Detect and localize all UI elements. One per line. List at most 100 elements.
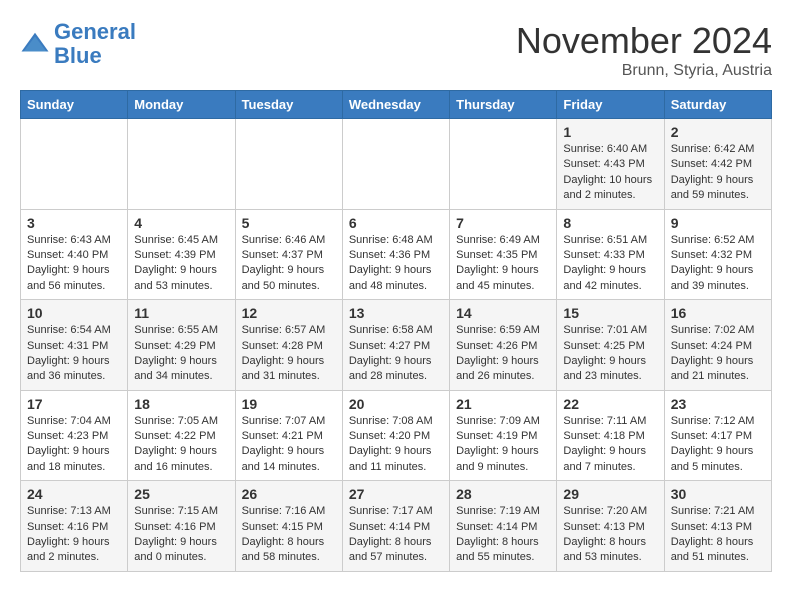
day-detail: Sunrise: 6:54 AM Sunset: 4:31 PM Dayligh… xyxy=(27,323,121,385)
day-detail: Sunrise: 6:46 AM Sunset: 4:37 PM Dayligh… xyxy=(242,233,336,295)
day-header-thursday: Thursday xyxy=(450,91,557,119)
day-cell: 5Sunrise: 6:46 AM Sunset: 4:37 PM Daylig… xyxy=(235,209,342,300)
day-number: 14 xyxy=(456,305,550,321)
week-row-2: 3 Sunrise: 6:43 AM Sunset: 4:40 PM Daylig… xyxy=(21,209,772,300)
day-number: 22 xyxy=(563,396,657,412)
day-number: 3 xyxy=(27,215,121,231)
day-number: 20 xyxy=(349,396,443,412)
day-number: 18 xyxy=(134,396,228,412)
day-cell: 29 Sunrise: 7:20 AM Sunset: 4:13 PM Dayli… xyxy=(557,481,664,572)
day-number: 10 xyxy=(27,305,121,321)
day-number: 25 xyxy=(134,486,228,502)
logo-icon xyxy=(20,29,50,59)
day-number: 8 xyxy=(563,215,657,231)
day-detail: Sunrise: 7:15 AM Sunset: 4:16 PM Dayligh… xyxy=(134,504,228,566)
day-cell: 27 Sunrise: 7:17 AM Sunset: 4:14 PM Dayli… xyxy=(342,481,449,572)
day-detail: Sunrise: 7:04 AM Sunset: 4:23 PM Dayligh… xyxy=(27,414,121,476)
day-number: 12 xyxy=(242,305,336,321)
title-block: November 2024 Brunn, Styria, Austria xyxy=(516,20,772,80)
day-cell: 21Sunrise: 7:09 AM Sunset: 4:19 PM Dayli… xyxy=(450,390,557,481)
day-cell: 28Sunrise: 7:19 AM Sunset: 4:14 PM Dayli… xyxy=(450,481,557,572)
day-cell: 12 Sunrise: 6:57 AM Sunset: 4:28 PM Dayli… xyxy=(235,300,342,391)
day-header-monday: Monday xyxy=(128,91,235,119)
day-number: 26 xyxy=(242,486,336,502)
week-row-5: 24Sunrise: 7:13 AM Sunset: 4:16 PM Dayli… xyxy=(21,481,772,572)
day-detail: Sunrise: 7:05 AM Sunset: 4:22 PM Dayligh… xyxy=(134,414,228,476)
day-number: 15 xyxy=(563,305,657,321)
day-number: 21 xyxy=(456,396,550,412)
header-row: SundayMondayTuesdayWednesdayThursdayFrid… xyxy=(21,91,772,119)
day-header-saturday: Saturday xyxy=(664,91,771,119)
location-subtitle: Brunn, Styria, Austria xyxy=(516,62,772,80)
day-detail: Sunrise: 7:17 AM Sunset: 4:14 PM Dayligh… xyxy=(349,504,443,566)
day-cell: 7 Sunrise: 6:49 AM Sunset: 4:35 PM Daylig… xyxy=(450,209,557,300)
day-cell xyxy=(21,119,128,210)
day-cell: 2Sunrise: 6:42 AM Sunset: 4:42 PM Daylig… xyxy=(664,119,771,210)
day-cell: 18 Sunrise: 7:05 AM Sunset: 4:22 PM Dayli… xyxy=(128,390,235,481)
week-row-3: 10 Sunrise: 6:54 AM Sunset: 4:31 PM Dayli… xyxy=(21,300,772,391)
day-number: 30 xyxy=(671,486,765,502)
day-detail: Sunrise: 6:51 AM Sunset: 4:33 PM Dayligh… xyxy=(563,233,657,295)
day-cell: 9Sunrise: 6:52 AM Sunset: 4:32 PM Daylig… xyxy=(664,209,771,300)
day-detail: Sunrise: 6:55 AM Sunset: 4:29 PM Dayligh… xyxy=(134,323,228,385)
day-cell: 30 Sunrise: 7:21 AM Sunset: 4:13 PM Dayli… xyxy=(664,481,771,572)
day-cell xyxy=(128,119,235,210)
day-cell xyxy=(342,119,449,210)
day-cell xyxy=(235,119,342,210)
week-row-4: 17 Sunrise: 7:04 AM Sunset: 4:23 PM Dayli… xyxy=(21,390,772,481)
day-number: 9 xyxy=(671,215,765,231)
day-detail: Sunrise: 7:13 AM Sunset: 4:16 PM Dayligh… xyxy=(27,504,121,566)
day-detail: Sunrise: 7:01 AM Sunset: 4:25 PM Dayligh… xyxy=(563,323,657,385)
day-number: 11 xyxy=(134,305,228,321)
day-detail: Sunrise: 6:40 AM Sunset: 4:43 PM Dayligh… xyxy=(563,142,657,204)
day-detail: Sunrise: 7:20 AM Sunset: 4:13 PM Dayligh… xyxy=(563,504,657,566)
day-number: 29 xyxy=(563,486,657,502)
day-cell: 23 Sunrise: 7:12 AM Sunset: 4:17 PM Dayli… xyxy=(664,390,771,481)
day-detail: Sunrise: 7:12 AM Sunset: 4:17 PM Dayligh… xyxy=(671,414,765,476)
day-cell: 4 Sunrise: 6:45 AM Sunset: 4:39 PM Daylig… xyxy=(128,209,235,300)
day-detail: Sunrise: 7:07 AM Sunset: 4:21 PM Dayligh… xyxy=(242,414,336,476)
day-detail: Sunrise: 7:21 AM Sunset: 4:13 PM Dayligh… xyxy=(671,504,765,566)
day-header-friday: Friday xyxy=(557,91,664,119)
day-number: 16 xyxy=(671,305,765,321)
week-row-1: 1 Sunrise: 6:40 AM Sunset: 4:43 PM Daylig… xyxy=(21,119,772,210)
logo: General Blue xyxy=(20,20,136,68)
day-number: 17 xyxy=(27,396,121,412)
day-header-tuesday: Tuesday xyxy=(235,91,342,119)
day-number: 4 xyxy=(134,215,228,231)
day-number: 19 xyxy=(242,396,336,412)
day-number: 7 xyxy=(456,215,550,231)
day-cell: 14Sunrise: 6:59 AM Sunset: 4:26 PM Dayli… xyxy=(450,300,557,391)
day-detail: Sunrise: 7:08 AM Sunset: 4:20 PM Dayligh… xyxy=(349,414,443,476)
day-cell: 16Sunrise: 7:02 AM Sunset: 4:24 PM Dayli… xyxy=(664,300,771,391)
page-header: General Blue November 2024 Brunn, Styria… xyxy=(20,20,772,80)
day-number: 27 xyxy=(349,486,443,502)
day-detail: Sunrise: 7:19 AM Sunset: 4:14 PM Dayligh… xyxy=(456,504,550,566)
day-detail: Sunrise: 7:11 AM Sunset: 4:18 PM Dayligh… xyxy=(563,414,657,476)
day-cell: 26 Sunrise: 7:16 AM Sunset: 4:15 PM Dayli… xyxy=(235,481,342,572)
day-cell: 10 Sunrise: 6:54 AM Sunset: 4:31 PM Dayli… xyxy=(21,300,128,391)
day-detail: Sunrise: 6:42 AM Sunset: 4:42 PM Dayligh… xyxy=(671,142,765,204)
calendar-table: SundayMondayTuesdayWednesdayThursdayFrid… xyxy=(20,90,772,572)
day-detail: Sunrise: 6:43 AM Sunset: 4:40 PM Dayligh… xyxy=(27,233,121,295)
day-number: 6 xyxy=(349,215,443,231)
day-detail: Sunrise: 6:45 AM Sunset: 4:39 PM Dayligh… xyxy=(134,233,228,295)
day-header-wednesday: Wednesday xyxy=(342,91,449,119)
day-detail: Sunrise: 6:49 AM Sunset: 4:35 PM Dayligh… xyxy=(456,233,550,295)
day-number: 23 xyxy=(671,396,765,412)
day-cell: 11 Sunrise: 6:55 AM Sunset: 4:29 PM Dayli… xyxy=(128,300,235,391)
day-cell xyxy=(450,119,557,210)
month-title: November 2024 xyxy=(516,20,772,62)
day-header-sunday: Sunday xyxy=(21,91,128,119)
day-number: 13 xyxy=(349,305,443,321)
day-detail: Sunrise: 6:57 AM Sunset: 4:28 PM Dayligh… xyxy=(242,323,336,385)
day-cell: 13 Sunrise: 6:58 AM Sunset: 4:27 PM Dayli… xyxy=(342,300,449,391)
day-cell: 3 Sunrise: 6:43 AM Sunset: 4:40 PM Daylig… xyxy=(21,209,128,300)
day-cell: 20 Sunrise: 7:08 AM Sunset: 4:20 PM Dayli… xyxy=(342,390,449,481)
day-detail: Sunrise: 6:58 AM Sunset: 4:27 PM Dayligh… xyxy=(349,323,443,385)
day-cell: 19 Sunrise: 7:07 AM Sunset: 4:21 PM Dayli… xyxy=(235,390,342,481)
day-cell: 22 Sunrise: 7:11 AM Sunset: 4:18 PM Dayli… xyxy=(557,390,664,481)
day-detail: Sunrise: 7:16 AM Sunset: 4:15 PM Dayligh… xyxy=(242,504,336,566)
day-cell: 15 Sunrise: 7:01 AM Sunset: 4:25 PM Dayli… xyxy=(557,300,664,391)
day-number: 1 xyxy=(563,124,657,140)
